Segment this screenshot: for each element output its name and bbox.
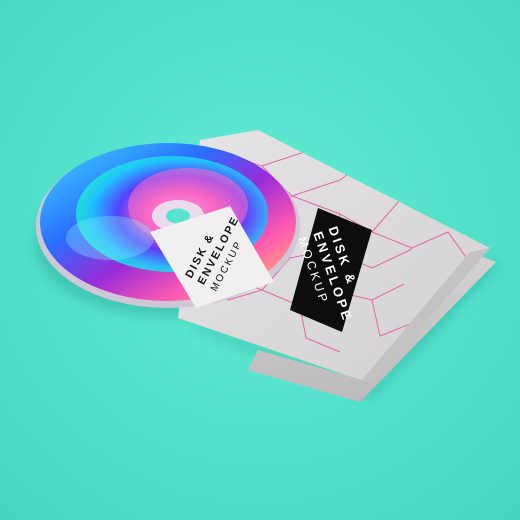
disc-highlight <box>66 216 154 260</box>
holographic-disc: DISK & ENVELOPE MOCKUP <box>36 143 300 308</box>
disk-envelope-mockup-scene: DISK & ENVELOPE MOCKUP DISK & ENVELOPE M… <box>0 0 520 520</box>
